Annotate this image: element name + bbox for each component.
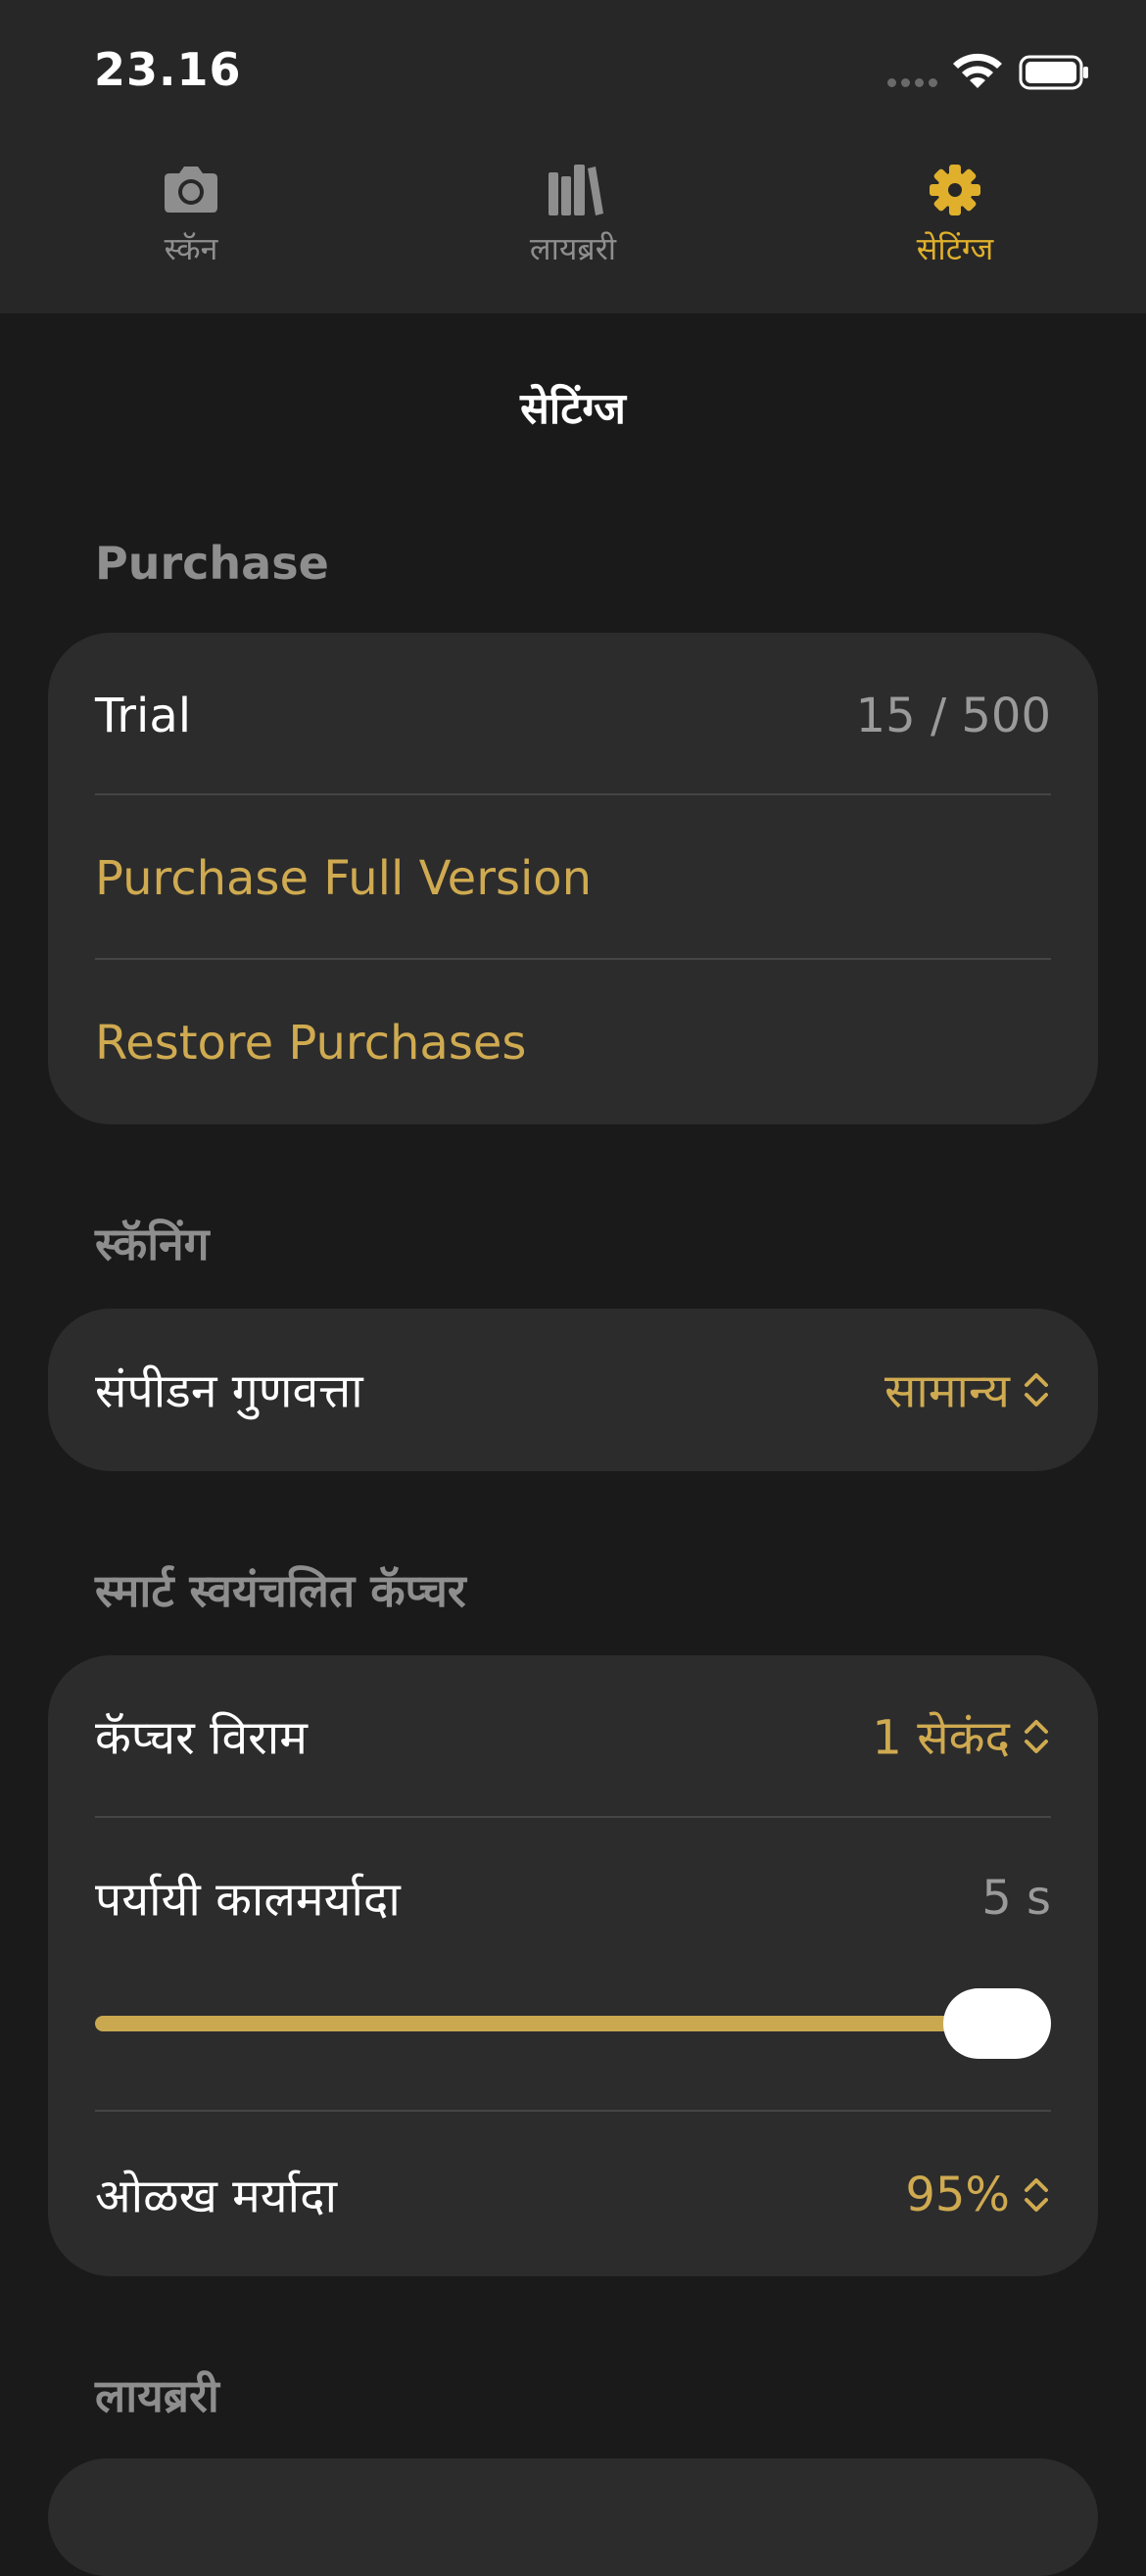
scanning-card: संपीडन गुणवत्ता सामान्य xyxy=(48,1309,1098,1471)
capture-pause-row[interactable]: कॅप्चर विराम 1 सेकंद xyxy=(95,1655,1051,1818)
section-header-auto-capture: स्मार्ट स्वयंचलित कॅप्चर xyxy=(95,1564,466,1617)
restore-purchases-button[interactable]: Restore Purchases xyxy=(95,962,1051,1124)
divider xyxy=(95,793,1051,795)
gear-icon xyxy=(930,165,980,215)
timeout-label: पर्यायी कालमर्यादा xyxy=(95,1872,401,1928)
tab-library-label: लायब्ररी xyxy=(529,230,617,267)
tab-scan-label: स्कॅन xyxy=(164,230,218,267)
capture-pause-label: कॅप्चर विराम xyxy=(95,1710,308,1766)
timeout-row: पर्यायी कालमर्यादा 5 s xyxy=(95,1820,1051,1977)
tab-settings[interactable]: सेटिंग्ज xyxy=(837,161,1073,269)
tab-settings-label: सेटिंग्ज xyxy=(916,230,994,267)
chevron-up-down-icon xyxy=(1025,1373,1048,1407)
cellular-signal-icon xyxy=(887,78,938,90)
books-icon xyxy=(549,165,603,215)
tab-library[interactable]: लायब्ररी xyxy=(455,161,691,269)
divider xyxy=(95,1816,1051,1818)
library-card xyxy=(48,2458,1098,2576)
divider xyxy=(95,2110,1051,2112)
section-header-scanning: स्कॅनिंग xyxy=(95,1217,210,1270)
auto-capture-card: कॅप्चर विराम 1 सेकंद पर्यायी कालमर्यादा … xyxy=(48,1655,1098,2276)
compression-quality-row[interactable]: संपीडन गुणवत्ता सामान्य xyxy=(95,1309,1051,1471)
divider xyxy=(95,958,1051,960)
section-header-library: लायब्ररी xyxy=(95,2369,219,2422)
purchase-full-version-button[interactable]: Purchase Full Version xyxy=(95,797,1051,960)
trial-count: 15 / 500 xyxy=(855,689,1051,743)
restore-purchases-label: Restore Purchases xyxy=(95,1016,527,1071)
recognition-threshold-label: ओळख मर्यादा xyxy=(95,2169,338,2224)
trial-row: Trial 15 / 500 xyxy=(95,635,1051,797)
trial-label: Trial xyxy=(95,689,192,743)
status-bar: 23.16 xyxy=(0,0,1146,137)
wifi-icon xyxy=(953,53,1002,88)
timeout-slider-track[interactable] xyxy=(95,2016,996,2031)
section-header-purchase: Purchase xyxy=(95,537,329,590)
tab-scan[interactable]: स्कॅन xyxy=(73,161,309,269)
compression-quality-label: संपीडन गुणवत्ता xyxy=(95,1363,363,1419)
chevron-up-down-icon xyxy=(1025,1720,1048,1753)
tab-bar: स्कॅन लायब्ररी सेटिंग्ज xyxy=(0,137,1146,313)
page-title: सेटिंग्ज xyxy=(520,384,626,434)
purchase-full-version-label: Purchase Full Version xyxy=(95,851,593,906)
battery-icon xyxy=(1019,55,1088,90)
status-time: 23.16 xyxy=(94,43,242,96)
chevron-up-down-icon xyxy=(1025,2178,1048,2212)
purchase-card: Trial 15 / 500 Purchase Full Version Res… xyxy=(48,633,1098,1124)
camera-icon xyxy=(165,167,217,213)
timeout-value: 5 s xyxy=(981,1871,1051,1926)
timeout-slider-thumb[interactable] xyxy=(943,1988,1051,2059)
recognition-threshold-row[interactable]: ओळख मर्यादा 95% xyxy=(95,2114,1051,2276)
